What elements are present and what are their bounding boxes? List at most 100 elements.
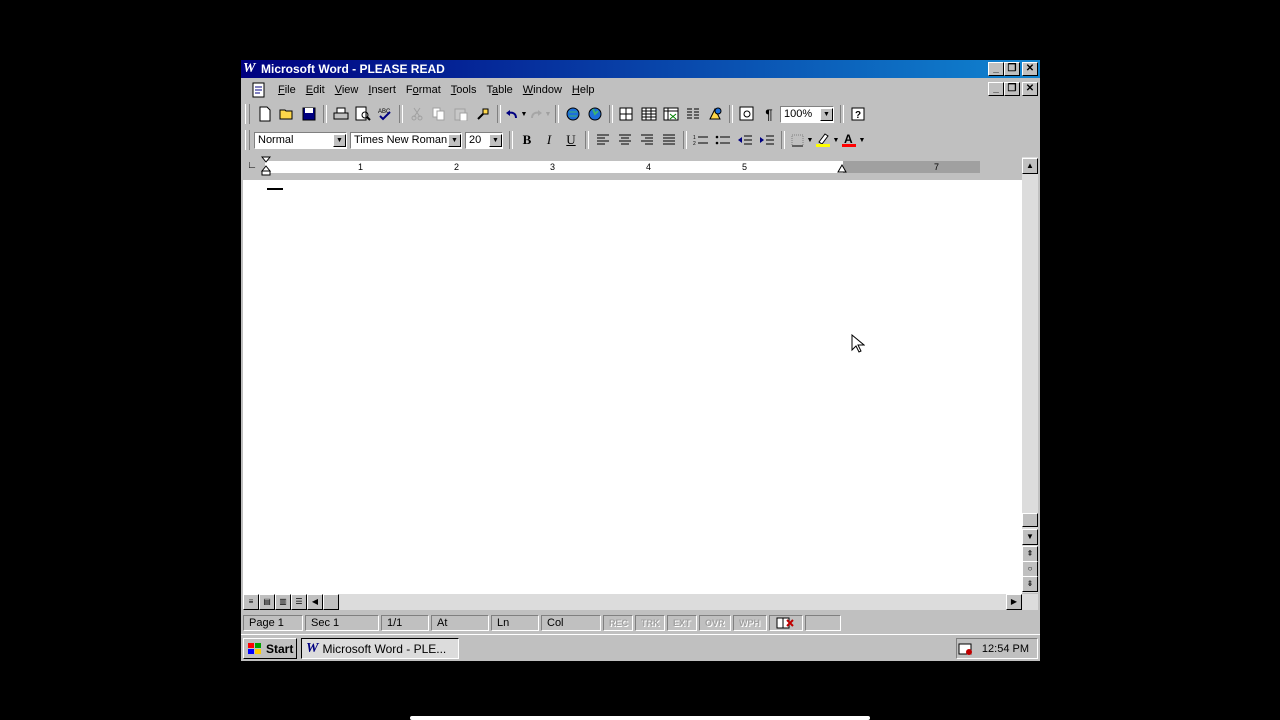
font-color-dropdown-arrow[interactable]: ▼: [858, 137, 866, 144]
menu-view[interactable]: View: [330, 84, 364, 96]
toolbar-separator: [781, 131, 785, 149]
taskbar-word-item[interactable]: W Microsoft Word - PLE...: [301, 638, 459, 659]
decrease-indent-button[interactable]: [734, 130, 756, 150]
document-icon[interactable]: [251, 82, 267, 98]
doc-close-button[interactable]: ✕: [1022, 82, 1038, 96]
paste-button[interactable]: [450, 104, 472, 124]
status-rec[interactable]: REC: [603, 614, 633, 631]
next-page-button[interactable]: ⇟: [1022, 576, 1038, 592]
previous-page-button[interactable]: ⇞: [1022, 546, 1038, 562]
toolbar-grip[interactable]: [245, 130, 250, 150]
print-button[interactable]: [330, 104, 352, 124]
new-document-button[interactable]: [254, 104, 276, 124]
normal-view-button[interactable]: ≡: [243, 594, 259, 610]
style-dropdown-arrow[interactable]: ▼: [333, 133, 346, 147]
indent-markers-icon[interactable]: [261, 156, 271, 178]
bold-button[interactable]: B: [516, 130, 538, 150]
underline-button[interactable]: U: [560, 130, 582, 150]
right-indent-marker-icon[interactable]: [837, 164, 847, 174]
status-wph[interactable]: WPH: [733, 614, 767, 631]
spelling-status[interactable]: [769, 614, 803, 631]
increase-indent-button[interactable]: [756, 130, 778, 150]
drawing-button[interactable]: [704, 104, 726, 124]
undo-dropdown-arrow[interactable]: ▼: [520, 111, 528, 118]
close-button[interactable]: ✕: [1022, 62, 1038, 76]
show-hide-button[interactable]: ¶: [758, 104, 780, 124]
insert-hyperlink-button[interactable]: [562, 104, 584, 124]
insert-table-button[interactable]: [638, 104, 660, 124]
print-preview-button[interactable]: [352, 104, 374, 124]
justify-button[interactable]: [658, 130, 680, 150]
tables-borders-button[interactable]: [616, 104, 638, 124]
redo-dropdown-arrow[interactable]: ▼: [544, 111, 552, 118]
zoom-dropdown-arrow[interactable]: ▼: [820, 107, 833, 121]
clock[interactable]: 12:54 PM: [982, 643, 1029, 655]
menu-edit[interactable]: Edit: [301, 84, 330, 96]
borders-dropdown-arrow[interactable]: ▼: [806, 137, 814, 144]
highlight-dropdown-arrow[interactable]: ▼: [832, 137, 840, 144]
menu-file[interactable]: File: [273, 84, 301, 96]
start-button[interactable]: Start: [243, 638, 297, 659]
redo-button[interactable]: [528, 104, 544, 124]
font-color-button[interactable]: A: [840, 130, 858, 150]
borders-button[interactable]: [788, 130, 806, 150]
horizontal-ruler[interactable]: 1 2 3 4 5 7: [265, 161, 980, 173]
center-button[interactable]: [614, 130, 636, 150]
word-app-icon[interactable]: W: [243, 62, 257, 76]
scheduler-tray-icon[interactable]: [958, 642, 974, 656]
scroll-down-button[interactable]: ▼: [1022, 529, 1038, 545]
open-button[interactable]: [276, 104, 298, 124]
font-size-combo[interactable]: 20 ▼: [465, 131, 503, 149]
online-layout-view-button[interactable]: ▤: [259, 594, 275, 610]
title-bar[interactable]: W Microsoft Word - PLEASE READ _ ❐ ✕: [241, 60, 1040, 78]
menu-window[interactable]: Window: [518, 84, 567, 96]
outline-view-button[interactable]: ☰: [291, 594, 307, 610]
font-dropdown-arrow[interactable]: ▼: [448, 133, 461, 147]
italic-button[interactable]: I: [538, 130, 560, 150]
menu-table[interactable]: Table: [481, 84, 517, 96]
vertical-scrollbar[interactable]: ▲ ▼ ⇞ ○ ⇟: [1022, 157, 1038, 593]
align-left-button[interactable]: [592, 130, 614, 150]
insert-excel-button[interactable]: [660, 104, 682, 124]
restore-button[interactable]: ❐: [1004, 62, 1020, 76]
web-toolbar-button[interactable]: [584, 104, 606, 124]
select-browse-object-button[interactable]: ○: [1022, 561, 1038, 577]
scroll-left-button[interactable]: ◀: [307, 594, 323, 610]
menu-tools[interactable]: Tools: [446, 84, 482, 96]
minimize-button[interactable]: _: [988, 62, 1004, 76]
cut-button[interactable]: [406, 104, 428, 124]
scroll-thumb[interactable]: [1022, 513, 1038, 527]
save-button[interactable]: [298, 104, 320, 124]
copy-button[interactable]: [428, 104, 450, 124]
format-painter-button[interactable]: [472, 104, 494, 124]
office-assistant-button[interactable]: ?: [847, 104, 869, 124]
menu-help[interactable]: Help: [567, 84, 600, 96]
document-area[interactable]: [243, 180, 1022, 594]
status-ext[interactable]: EXT: [667, 614, 697, 631]
menu-format[interactable]: Format: [401, 84, 446, 96]
font-size-dropdown-arrow[interactable]: ▼: [489, 133, 502, 147]
highlight-button[interactable]: [814, 130, 832, 150]
horizontal-scroll-thumb[interactable]: [323, 594, 339, 610]
spelling-button[interactable]: ABC: [374, 104, 396, 124]
page-layout-view-button[interactable]: ▥: [275, 594, 291, 610]
scroll-right-button[interactable]: ▶: [1006, 594, 1022, 610]
doc-restore-button[interactable]: ❐: [1004, 82, 1020, 96]
undo-button[interactable]: [504, 104, 520, 124]
zoom-combo[interactable]: 100% ▼: [780, 105, 834, 123]
toolbar-grip[interactable]: [245, 104, 250, 124]
document-map-button[interactable]: [736, 104, 758, 124]
bullets-button[interactable]: [712, 130, 734, 150]
menu-insert[interactable]: Insert: [363, 84, 401, 96]
scroll-up-button[interactable]: ▲: [1022, 158, 1038, 174]
status-ovr[interactable]: OVR: [699, 614, 731, 631]
columns-button[interactable]: [682, 104, 704, 124]
ruler-row: ∟ 1 2 3 4 5 7: [241, 156, 1022, 180]
style-combo[interactable]: Normal ▼: [254, 131, 347, 149]
doc-minimize-button[interactable]: _: [988, 82, 1004, 96]
align-right-button[interactable]: [636, 130, 658, 150]
font-combo[interactable]: Times New Roman ▼: [350, 131, 462, 149]
tab-selector-icon[interactable]: ∟: [246, 160, 258, 172]
status-trk[interactable]: TRK: [635, 614, 665, 631]
numbering-button[interactable]: 12: [690, 130, 712, 150]
